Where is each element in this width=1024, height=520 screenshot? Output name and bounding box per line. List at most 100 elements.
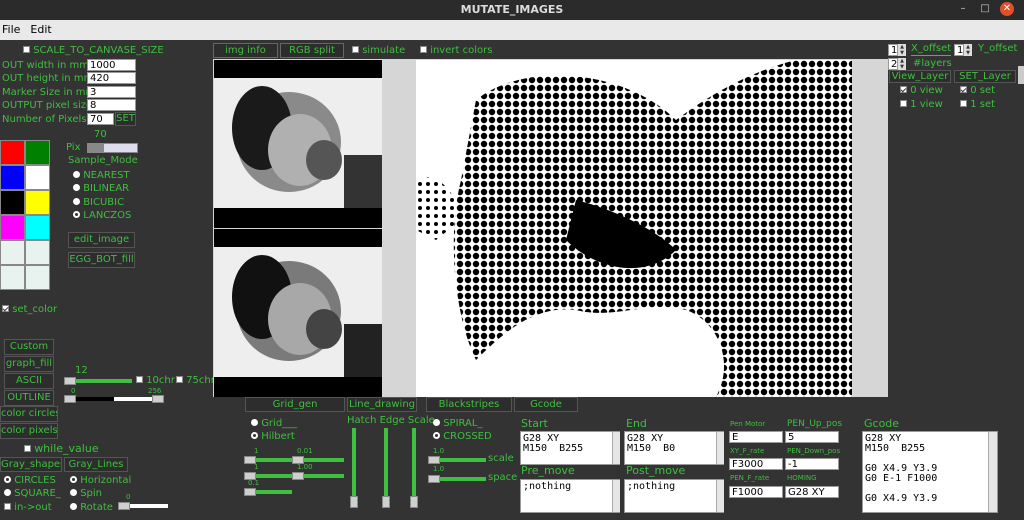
right-scrollbar[interactable] [1018,66,1024,84]
color-swatch[interactable] [25,215,50,240]
gray-shapes-tab[interactable]: Gray_shapes [0,457,62,472]
ascii-slider[interactable] [64,377,132,385]
pre-move-scrollbar[interactable] [612,480,620,512]
hatch-knob[interactable] [350,496,358,508]
line-spin[interactable]: Spin [70,488,102,500]
tab-rgb-split[interactable]: RGB split [280,43,344,58]
chr10-toggle[interactable]: 10chr [136,375,175,387]
scale-checkbox[interactable] [23,46,30,53]
grid-slider-1[interactable] [244,456,344,464]
post-move-textarea[interactable]: ;nothing [624,479,724,513]
sample-bicubic[interactable]: BICUBIC [73,197,124,209]
grid-slider-3[interactable] [244,488,292,496]
view-0-toggle[interactable]: 0 view [900,85,943,97]
set-color-toggle[interactable]: set_color [2,304,57,316]
post-move-scrollbar[interactable] [716,480,724,512]
layers-spinner[interactable]: ▲ ▼ [898,58,906,70]
edge-knob[interactable] [382,496,390,508]
xy-rate-input[interactable]: F3000 [729,458,783,470]
homing-input[interactable]: G28 XY [785,486,839,498]
color-swatch[interactable] [25,140,50,165]
set-layer-tab[interactable]: SET_Layer [954,70,1016,83]
hatch-slider[interactable] [352,428,356,496]
color-swatch[interactable] [0,140,25,165]
pre-move-textarea[interactable]: ;nothing [520,479,620,513]
chr75-toggle[interactable]: 75chr [176,375,215,387]
hilbert-radio[interactable]: Hilbert [251,431,295,443]
pen-up-input[interactable]: 5 [785,431,839,443]
pen-down-input[interactable]: -1 [785,458,839,470]
egg-bot-fill-button[interactable]: EGG_BOT_fill [68,252,135,268]
spiral-radio[interactable]: SPIRAL_ [433,418,482,430]
y-offset-input[interactable]: 1 [954,44,964,56]
tab-line-drawing[interactable]: Line_drawing [347,397,417,412]
layers-input[interactable]: 2 [888,58,898,70]
out-height-input[interactable]: 420 [87,72,136,84]
close-icon[interactable]: ✕ [1000,2,1014,16]
pen-rate-input[interactable]: F1000 [729,486,783,498]
gcode-textarea[interactable]: G28 XY M150 B255 G0 X4.9 Y3.9 G0 E-1 F10… [862,431,998,513]
tab-blackstripes[interactable]: Blackstripes [426,397,512,412]
invert-colors-toggle[interactable]: invert colors [420,45,492,57]
color-swatch[interactable] [25,240,50,265]
set-1-toggle[interactable]: 1 set [960,99,995,111]
end-scrollbar[interactable] [716,432,724,464]
shape-in-out[interactable]: in->out [4,502,52,514]
pen-motor-input[interactable]: E [729,431,783,443]
sample-nearest[interactable]: NEAREST [73,170,130,182]
gcode-scrollbar[interactable] [988,432,997,512]
color-swatch[interactable] [0,165,25,190]
pixel-size-input[interactable]: 8 [87,99,136,111]
shape-square[interactable]: SQUARE_ [4,488,61,500]
color-swatch[interactable] [0,265,25,290]
line-rotate[interactable]: Rotate [70,502,113,514]
start-scrollbar[interactable] [612,432,620,464]
tab-gcode[interactable]: Gcode [514,397,578,412]
edit-image-button[interactable]: edit_image [68,232,135,248]
scale-to-canvas-toggle[interactable]: SCALE_TO_CANVASE_SIZE [23,45,164,57]
sample-lanczos[interactable]: LANCZOS [73,210,131,222]
view-1-toggle[interactable]: 1 view [900,99,943,111]
bs-space-slider[interactable] [428,475,486,483]
color-swatch[interactable] [25,165,50,190]
custom-button[interactable]: Custom [4,339,54,355]
minimize-icon[interactable]: – [956,2,970,16]
menu-edit[interactable]: Edit [30,23,51,36]
y-offset-spinner[interactable]: ▲ ▼ [964,44,972,56]
scale-knob[interactable] [410,496,418,508]
color-circles-button[interactable]: color circles [0,406,58,422]
end-textarea[interactable]: G28 XY M150 B0 [624,431,724,465]
view-layer-tab[interactable]: View_Layer [889,70,951,83]
tab-grid-gen[interactable]: Grid_gen [245,397,345,412]
color-swatch[interactable] [0,215,25,240]
simulate-toggle[interactable]: simulate [352,45,405,57]
x-offset-spinner[interactable]: ▲ ▼ [898,44,906,56]
white-value-toggle[interactable]: while_value [24,443,99,455]
sample-bilinear[interactable]: BILINEAR [73,183,129,195]
x-offset-input[interactable]: 1 [888,44,898,56]
grid-radio[interactable]: Grid___ [251,418,297,430]
num-pixels-input[interactable]: 70 [87,113,114,125]
pix-slider[interactable] [87,143,138,153]
edge-slider[interactable] [384,428,388,496]
color-swatch[interactable] [0,240,25,265]
shape-circles[interactable]: CIRCLES [4,475,56,487]
set-0-toggle[interactable]: 0 set [960,85,995,97]
color-swatch[interactable] [0,190,25,215]
color-swatch[interactable] [25,265,50,290]
menu-file[interactable]: File [2,23,20,36]
tab-img-info[interactable]: img info [213,43,278,58]
maximize-icon[interactable]: □ [978,2,992,16]
color-pixels-button[interactable]: color pixels [0,423,58,439]
bs-scale-slider[interactable] [428,456,486,464]
out-width-input[interactable]: 1000 [87,59,136,71]
ascii-button[interactable]: ASCII [4,373,54,389]
gray-lines-tab[interactable]: Gray_Lines [64,457,128,472]
graph-fill-button[interactable]: graph_fill [4,356,54,372]
line-horizontal[interactable]: Horizontal [70,475,131,487]
crossed-radio[interactable]: CROSSED [433,431,492,443]
marker-size-input[interactable]: 3 [87,86,136,98]
range-slider[interactable] [64,395,164,403]
outline-button[interactable]: OUTLINE [4,390,54,406]
start-textarea[interactable]: G28 XY M150 B255 [520,431,620,465]
